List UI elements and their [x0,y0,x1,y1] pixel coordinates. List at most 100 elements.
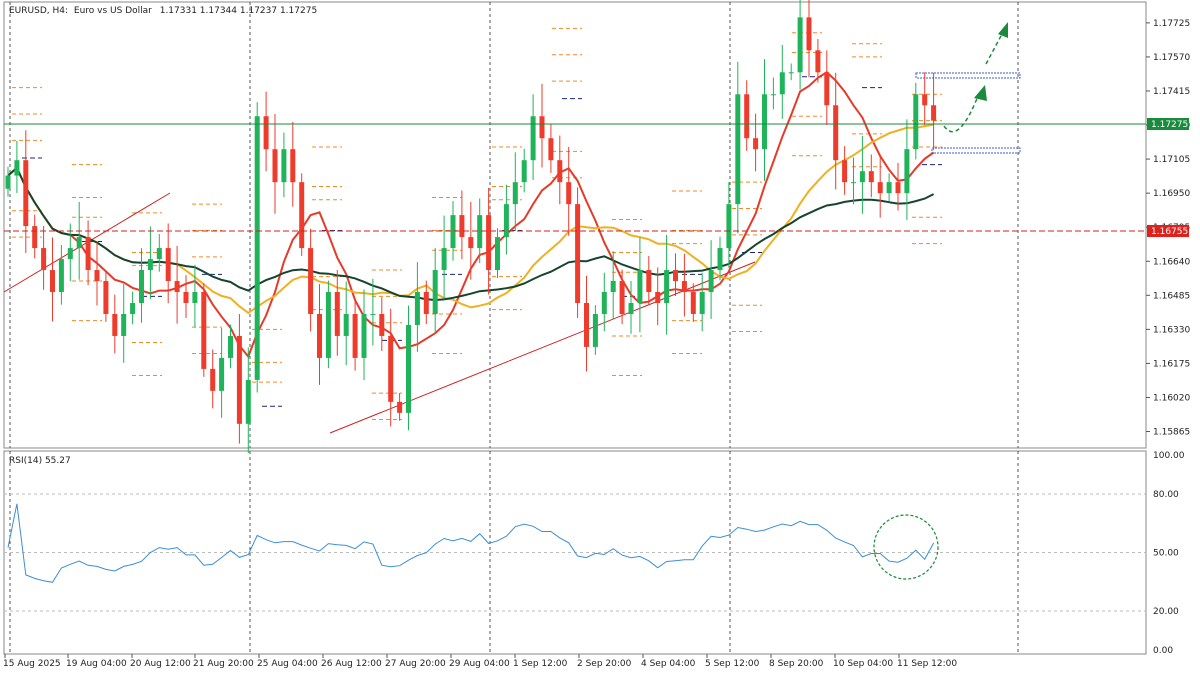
candle-body [67,248,73,260]
candle-body [521,160,527,183]
x-tick-label: 19 Aug 04:00 [66,659,127,669]
y-tick-label: 1.17725 [1153,19,1190,29]
candle-body [575,204,581,303]
candle-body [441,248,447,271]
candle-body [85,237,91,271]
x-tick-label: 8 Sep 20:00 [769,659,824,669]
candle-body [806,17,812,51]
x-tick-label: 2 Sep 20:00 [577,659,632,669]
x-tick-label: 11 Sep 12:00 [897,659,957,669]
chart-canvas[interactable]: 1.177251.175701.174151.172601.171051.169… [0,0,1200,675]
candle-body [174,281,180,293]
candle-body [833,105,839,161]
candle-body [584,302,589,347]
candle-body [361,313,367,358]
candle-body [432,270,438,314]
candle-body [637,270,643,303]
candle-body [263,116,269,150]
candle-body [290,149,296,183]
candle-body [842,160,848,183]
candle-body [868,171,874,183]
candle-body [76,237,82,249]
candle-body [317,313,322,358]
symbol-label: EURUSD, H4: [9,6,68,16]
candle-body [352,313,358,358]
candle-body [797,17,803,73]
candle-body [486,215,492,271]
x-tick-label: 29 Aug 04:00 [449,659,510,669]
x-tick-label: 25 Aug 04:00 [257,659,318,669]
candle-body [201,292,207,369]
candle-body [183,292,189,303]
candle-body [94,270,100,282]
candle-body [788,72,794,74]
candle-body [708,270,714,293]
rsi-y-tick-label: 80.00 [1153,490,1179,500]
y-tick-label: 1.15865 [1153,428,1190,438]
candle-body [58,259,64,293]
x-tick-label: 4 Sep 04:00 [641,659,696,669]
candle-body [770,94,776,96]
candle-body [254,116,260,380]
candle-body [343,313,349,336]
candle-body [192,292,198,303]
candle-body [219,357,225,391]
candle-body [103,281,109,314]
candle-body [147,259,153,271]
candle-body [450,215,456,249]
candle-body [610,281,616,293]
candle-body [815,50,821,73]
candle-body [859,171,865,183]
candle-body [548,138,554,161]
candle-body [397,401,403,413]
candle-body [717,248,723,271]
price-pane[interactable] [3,1,1147,449]
candle-body [139,270,144,303]
candle-body [272,149,278,183]
candle-body [735,94,741,205]
candle-body [14,160,20,176]
candle-body [931,105,937,121]
candle-body [406,324,411,413]
candle-body [592,313,598,347]
x-tick-label: 10 Sep 04:00 [833,659,893,669]
candle-body [228,335,233,358]
candle-body [877,182,883,194]
candle-body [646,270,652,293]
candle-body [753,138,759,150]
candle-body [699,292,705,314]
candle-body [744,94,750,139]
candle-body [5,175,11,189]
candle-body [370,313,376,315]
candle-body [664,270,670,303]
y-tick-label: 1.17105 [1153,155,1190,165]
rsi-y-tick-label: 50.00 [1153,549,1179,559]
candle-body [628,302,634,314]
candle-body [904,149,910,194]
y-tick-label: 1.16640 [1153,257,1190,267]
x-tick-label: 26 Aug 12:00 [321,659,382,669]
candle-body [156,248,162,260]
y-tick-label: 1.16330 [1153,325,1190,335]
candle-body [245,379,251,424]
candle-body [762,94,767,150]
rsi-y-tick-label: 20.00 [1153,607,1179,617]
candle-body [236,335,242,424]
candle-body [388,335,394,402]
rsi-y-tick-label: 100.00 [1153,451,1185,461]
candle-body [690,292,696,314]
candle-body [281,149,287,183]
ohlc-readout: 1.17331 1.17344 1.17237 1.17275 [160,6,317,16]
candle-body [468,237,474,249]
chart-header: EURUSD, H4: Euro vs US Dollar 1.17331 1.… [9,6,317,16]
y-tick-label: 1.16020 [1153,393,1190,403]
x-tick-label: 21 Aug 20:00 [193,659,254,669]
y-tick-label: 1.16950 [1153,189,1190,199]
candle-body [681,281,687,293]
candle-body [414,292,420,325]
candle-body [495,237,500,271]
x-tick-label: 15 Aug 2025 [3,659,61,669]
candle-body [539,116,545,139]
candle-body [913,94,919,150]
candle-body [824,72,830,106]
